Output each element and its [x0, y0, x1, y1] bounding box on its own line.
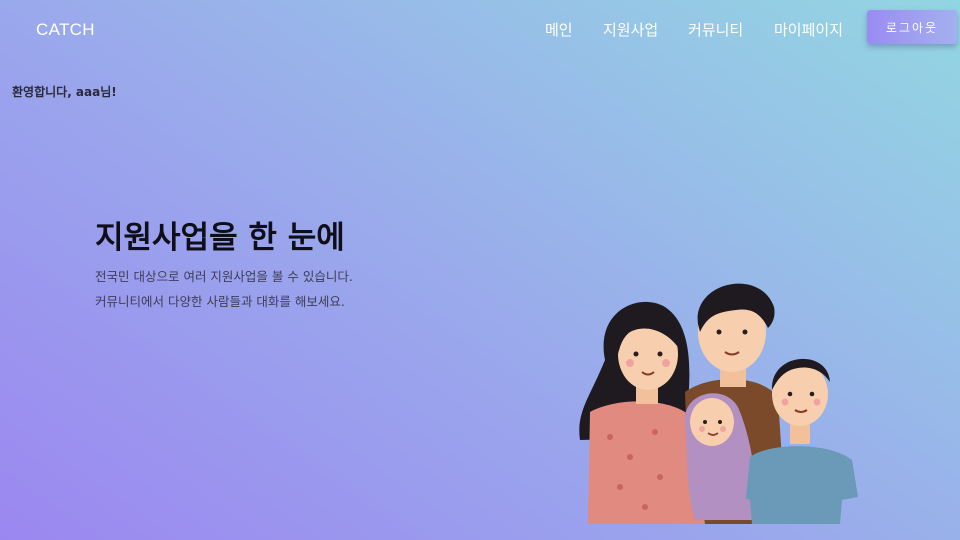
logo[interactable]: CATCH [36, 20, 95, 40]
top-navbar: CATCH 메인 지원사업 커뮤니티 마이페이지 로그아웃 [0, 0, 960, 60]
nav-item-support-programs[interactable]: 지원사업 [603, 19, 658, 40]
hero-title: 지원사업을 한 눈에 [95, 220, 345, 256]
nav-item-mypage[interactable]: 마이페이지 [774, 19, 843, 40]
family-illustration [579, 283, 858, 524]
nav-item-main[interactable]: 메인 [545, 19, 573, 40]
hero-description-line2: 커뮤니티에서 다양한 사람들과 대화를 해보세요. [95, 294, 345, 309]
logout-button[interactable]: 로그아웃 [867, 10, 957, 44]
welcome-message: 환영합니다, aaa님! [12, 85, 117, 99]
hero-description-line1: 전국민 대상으로 여러 지원사업을 볼 수 있습니다. [95, 269, 353, 284]
nav-item-community[interactable]: 커뮤니티 [688, 19, 743, 40]
